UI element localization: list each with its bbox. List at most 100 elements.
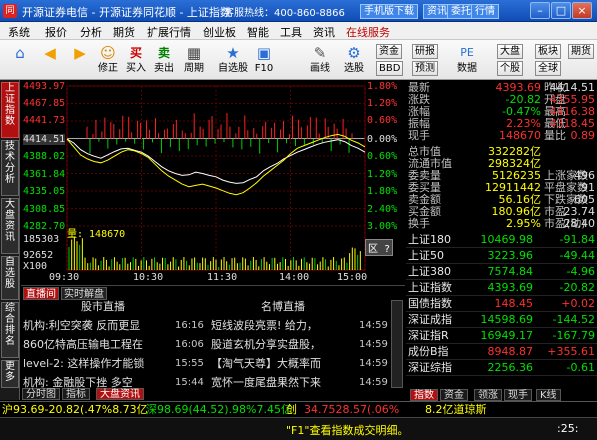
draw-line-tool[interactable]: ✎ 画线 [306,42,334,78]
minimize-button[interactable]: – [530,2,550,19]
x-label: 15:00 [337,272,368,283]
menu-extended[interactable]: 扩展行情 [147,24,191,40]
y-left-label: 4388.02 [23,151,66,162]
index-row[interactable]: 深证指R 16949.17 -167.79 [406,328,597,344]
bbd-button[interactable]: BBD [376,61,404,76]
quote-key: 换手 [408,217,430,230]
side-tab-index[interactable]: 上证指数 [1,82,19,138]
pe-icon: PE [460,46,474,59]
index-name: 上证指数 [408,281,452,294]
forward-tool[interactable]: ▶ [66,42,94,78]
y-left-label: 4467.85 [23,98,66,109]
market-button-tb[interactable]: 大盘 [497,44,523,59]
menu-tools[interactable]: 工具 [280,24,302,40]
funds-button[interactable]: 资金 [376,44,402,59]
sector-button[interactable]: 板块 [535,44,561,59]
news-item[interactable]: level-2: 这样操作才能锁 [23,355,173,373]
data-tool[interactable]: PE 数据 [450,42,484,78]
right-tab-index[interactable]: 指数 [410,389,438,401]
zone-button[interactable]: 区 ? [365,239,394,256]
futures-button[interactable]: 期货 [568,44,594,59]
right-tab-leaders[interactable]: 领涨 [474,389,502,401]
index-change: -167.79 [552,329,595,342]
period-tool[interactable]: ▦ 周期 [180,42,208,78]
sell-label: 卖出 [154,63,174,74]
stock-picker-tool[interactable]: ⚙ 选股 [340,42,368,78]
quote-key: 量比 [544,129,566,142]
y-right-label: 0.60% [367,115,398,126]
right-tab-funds[interactable]: 资金 [440,389,468,401]
back-tool[interactable]: ◀ [36,42,64,78]
index-row[interactable]: 成份B指 8948.87 +355.61 [406,344,597,360]
side-tab-watchlist[interactable]: 自选股 [1,256,19,300]
news-item[interactable]: 短线波段亮票! 给力， [211,317,355,335]
news-item[interactable]: 【淘气天尊】大概率而 [211,355,355,373]
index-name: 成份B指 [408,345,449,358]
tab-indicator[interactable]: 指标 [62,388,90,400]
adjust-tool[interactable]: ☺ 修正 [94,42,122,78]
buy-icon: 买 [129,46,142,60]
watchlist-tool[interactable]: ★ 自选股 [216,42,250,78]
ticker-dq: 8.2亿道琼斯 [425,403,487,416]
tab-intraday[interactable]: 分时图 [22,388,60,400]
index-row[interactable]: 上证180 10469.98 -91.84 [406,232,597,248]
index-change: -20.82 [559,281,595,294]
maximize-button[interactable]: □ [551,2,571,19]
f10-tool[interactable]: ▣ F10 [250,42,278,78]
news-item[interactable]: 860亿特高压输电工程在 [23,336,173,354]
period-label: 周期 [184,63,204,74]
stock-button[interactable]: 个股 [497,61,523,76]
menu-quotes[interactable]: 报价 [45,24,67,40]
news-item[interactable]: 机构:利空突袭 反而更显 [23,317,173,335]
menu-info[interactable]: 资讯 [313,24,335,40]
volume-label: 量: 148670 [67,229,126,240]
home-tool[interactable]: ⌂ [6,42,34,78]
home-icon: ⌂ [15,44,25,62]
index-price: 3223.96 [487,249,534,262]
tab-market-news[interactable]: 大盘资讯 [96,388,144,400]
menu-smart[interactable]: 智能 [247,24,269,40]
news-item[interactable]: 股道玄机分享实盘股， [211,336,355,354]
index-row[interactable]: 上证380 7574.84 -4.96 [406,264,597,280]
right-tab-kline[interactable]: K线 [536,389,561,401]
x-label: 10:30 [133,272,164,283]
intraday-chart[interactable]: 4493.97 4467.85 4441.73 4414.51 4388.02 … [21,80,405,285]
index-row[interactable]: 深证成指 14598.69 -144.52 [406,312,597,328]
sell-tool[interactable]: 卖卖出 [150,42,178,78]
research-button[interactable]: 研报 [412,44,438,59]
menu-online-service[interactable]: 在线服务 [346,24,390,40]
window-title: 开源证券电信 - 开源证券同花顺 - 上证指数 [22,6,231,19]
index-row[interactable]: 上证指数 4393.69 -20.82 [406,280,597,296]
side-tab-market-news[interactable]: 大盘资讯 [1,198,19,254]
close-button[interactable]: × [572,2,592,19]
y-left-label: 4361.84 [23,169,66,180]
menu-analysis[interactable]: 分析 [80,24,102,40]
index-change: -144.52 [552,313,595,326]
side-tab-ranking[interactable]: 综合排名 [1,302,19,358]
vol-y-label: 92652 [23,250,54,261]
menu-futures[interactable]: 期货 [113,24,135,40]
menu-gem[interactable]: 创业板 [203,24,236,40]
global-button[interactable]: 全球 [535,61,561,76]
market-button[interactable]: 行情 [471,4,499,19]
menu-system[interactable]: 系统 [8,24,30,40]
app-logo-icon: 同 [3,4,17,18]
news-right-header: 名博直播 [261,300,305,313]
right-tab-volume[interactable]: 现手 [504,389,532,401]
index-price: 2256.36 [487,361,534,374]
side-tab-technical[interactable]: 技术分析 [1,140,19,196]
index-row[interactable]: 深证综指 2256.36 -0.61 [406,360,597,376]
ticker-sh: 沪93.69-20.82(.47%8.73亿 [2,403,148,416]
quote-row: 现手 148670 量比 0.89 [406,130,597,142]
news-scrollbar[interactable] [391,300,403,388]
quote-value: 2.95% [506,217,541,230]
side-tab-more[interactable]: 更多 [1,360,19,388]
mobile-download-button[interactable]: 手机版下载 [360,4,418,19]
forecast-button[interactable]: 预测 [412,61,438,76]
buy-tool[interactable]: 买买入 [122,42,150,78]
tab-live[interactable]: 直播间 [23,287,59,300]
y-left-label: 4441.73 [23,115,66,126]
index-row[interactable]: 上证50 3223.96 -49.44 [406,248,597,264]
index-row[interactable]: 国债指数 148.45 +0.02 [406,296,597,312]
ticker-cy: 创 [286,403,297,416]
